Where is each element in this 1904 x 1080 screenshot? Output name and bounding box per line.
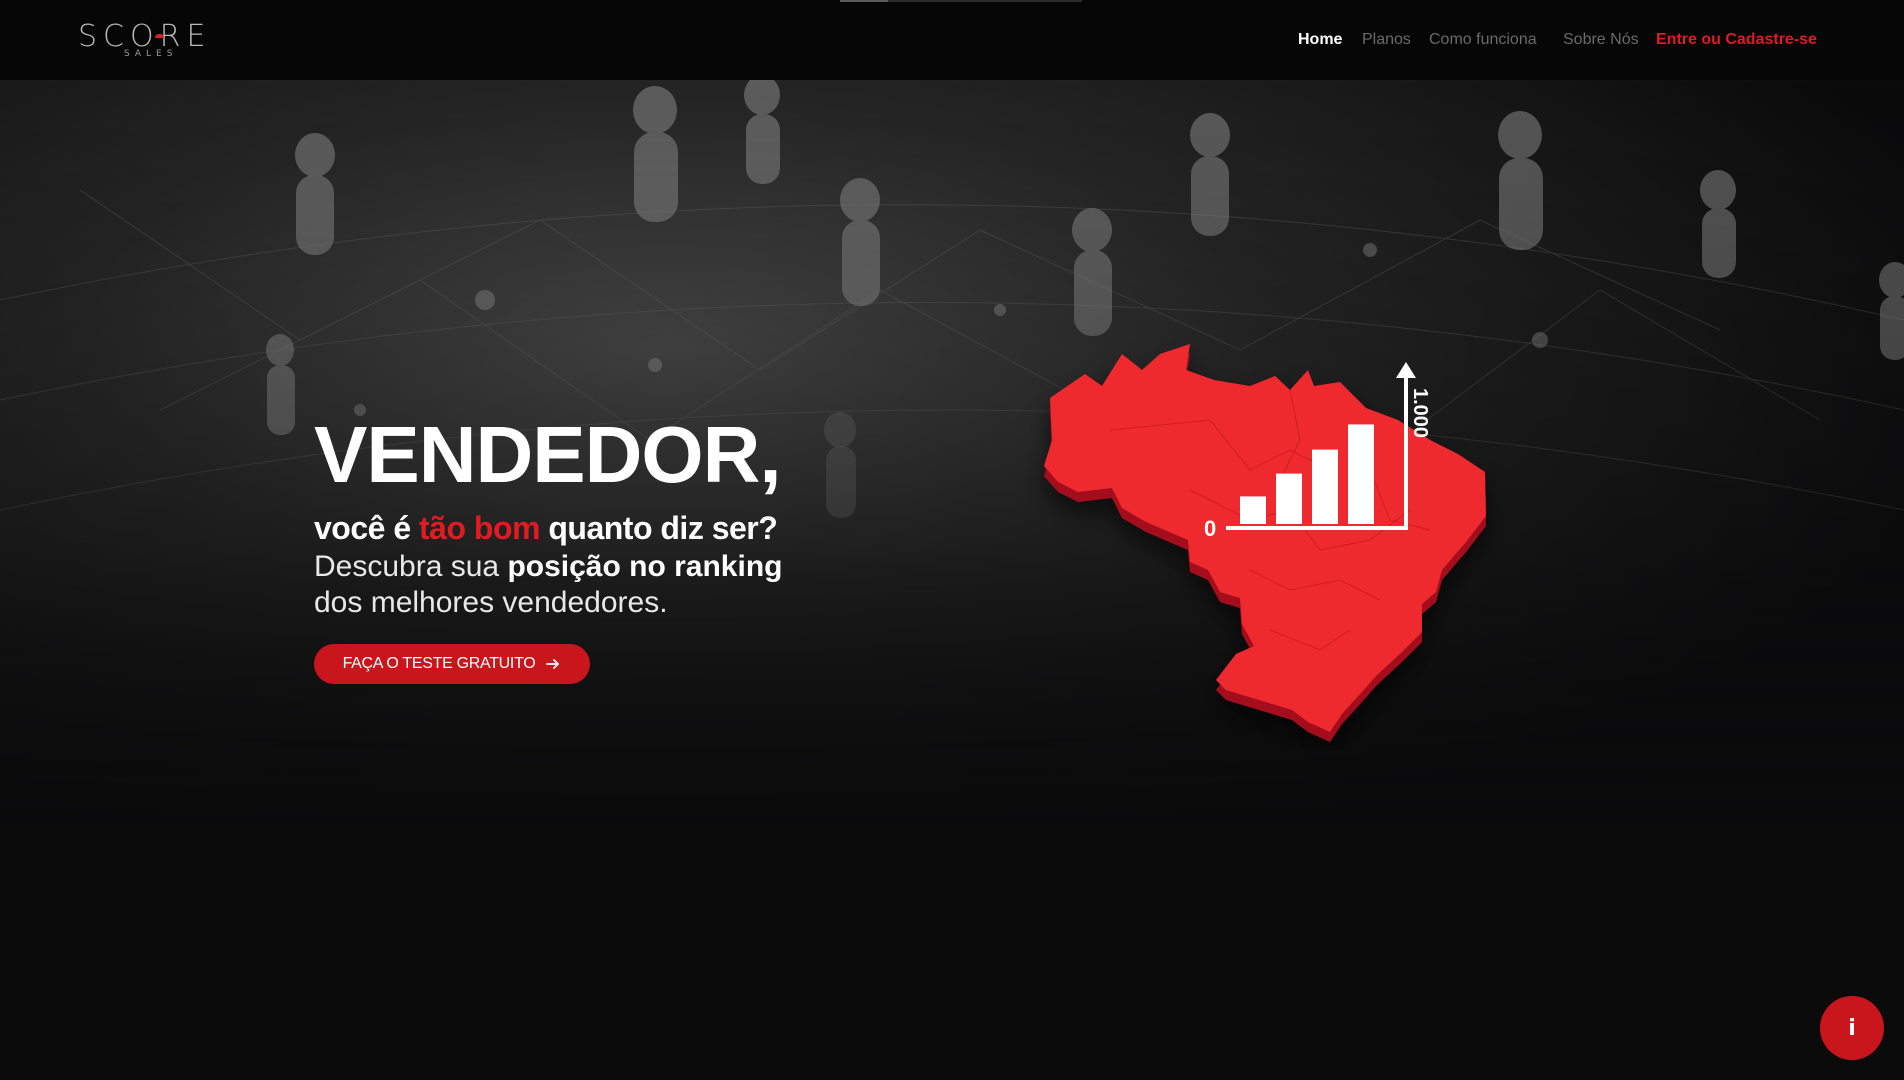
hero-question-post: quanto diz ser?: [539, 510, 778, 546]
hero-description-line2: dos melhores vendedores.: [314, 586, 668, 619]
scroll-indicator-thumb: [840, 0, 888, 2]
hero-title: VENDEDOR,: [314, 410, 782, 499]
hero-question-accent: tão bom: [419, 510, 540, 546]
info-floating-button[interactable]: i: [1820, 996, 1884, 1060]
nav-sobre-nos[interactable]: Sobre Nós: [1563, 30, 1639, 50]
nav-planos[interactable]: Planos: [1362, 30, 1411, 50]
score-sales-logo[interactable]: SCORE SALES: [78, 20, 223, 60]
nav-home[interactable]: Home: [1298, 30, 1342, 50]
hero-desc-pre: Descubra sua: [314, 550, 508, 583]
ranking-bar-4: [1348, 424, 1374, 524]
info-icon: i: [1848, 1015, 1856, 1041]
logo-subtitle: SALES: [124, 49, 178, 59]
site-header: SCORE SALES Home Planos Como funciona So…: [0, 0, 1904, 80]
logo-accent-mark: [155, 34, 164, 38]
arrow-right-icon: [546, 659, 560, 669]
hero-question-pre: você é: [314, 510, 420, 546]
nav-como-funciona[interactable]: Como funciona: [1429, 30, 1537, 50]
hero-desc-bold: posição no ranking: [507, 550, 783, 583]
free-test-button-label: FAÇA O TESTE GRATUITO: [342, 655, 536, 672]
ranking-bar-3: [1312, 449, 1338, 524]
axis-start-label: 0: [1204, 516, 1216, 541]
ranking-bar-1: [1240, 496, 1266, 524]
hero-question: você é tão bom quanto diz ser?: [314, 508, 778, 548]
hero-section: VENDEDOR, você é tão bom quanto diz ser?…: [0, 80, 1904, 1080]
brazil-ranking-map-graphic: 0 1.000: [1044, 344, 1486, 742]
hero-description-line1: Descubra sua posição no ranking: [314, 548, 782, 586]
nav-login-signup[interactable]: Entre ou Cadastre-se: [1656, 30, 1817, 50]
hero-background-network-image: [0, 80, 1904, 840]
free-test-button[interactable]: FAÇA O TESTE GRATUITO: [314, 644, 590, 684]
axis-end-label: 1.000: [1409, 388, 1431, 438]
ranking-bar-2: [1276, 473, 1302, 524]
